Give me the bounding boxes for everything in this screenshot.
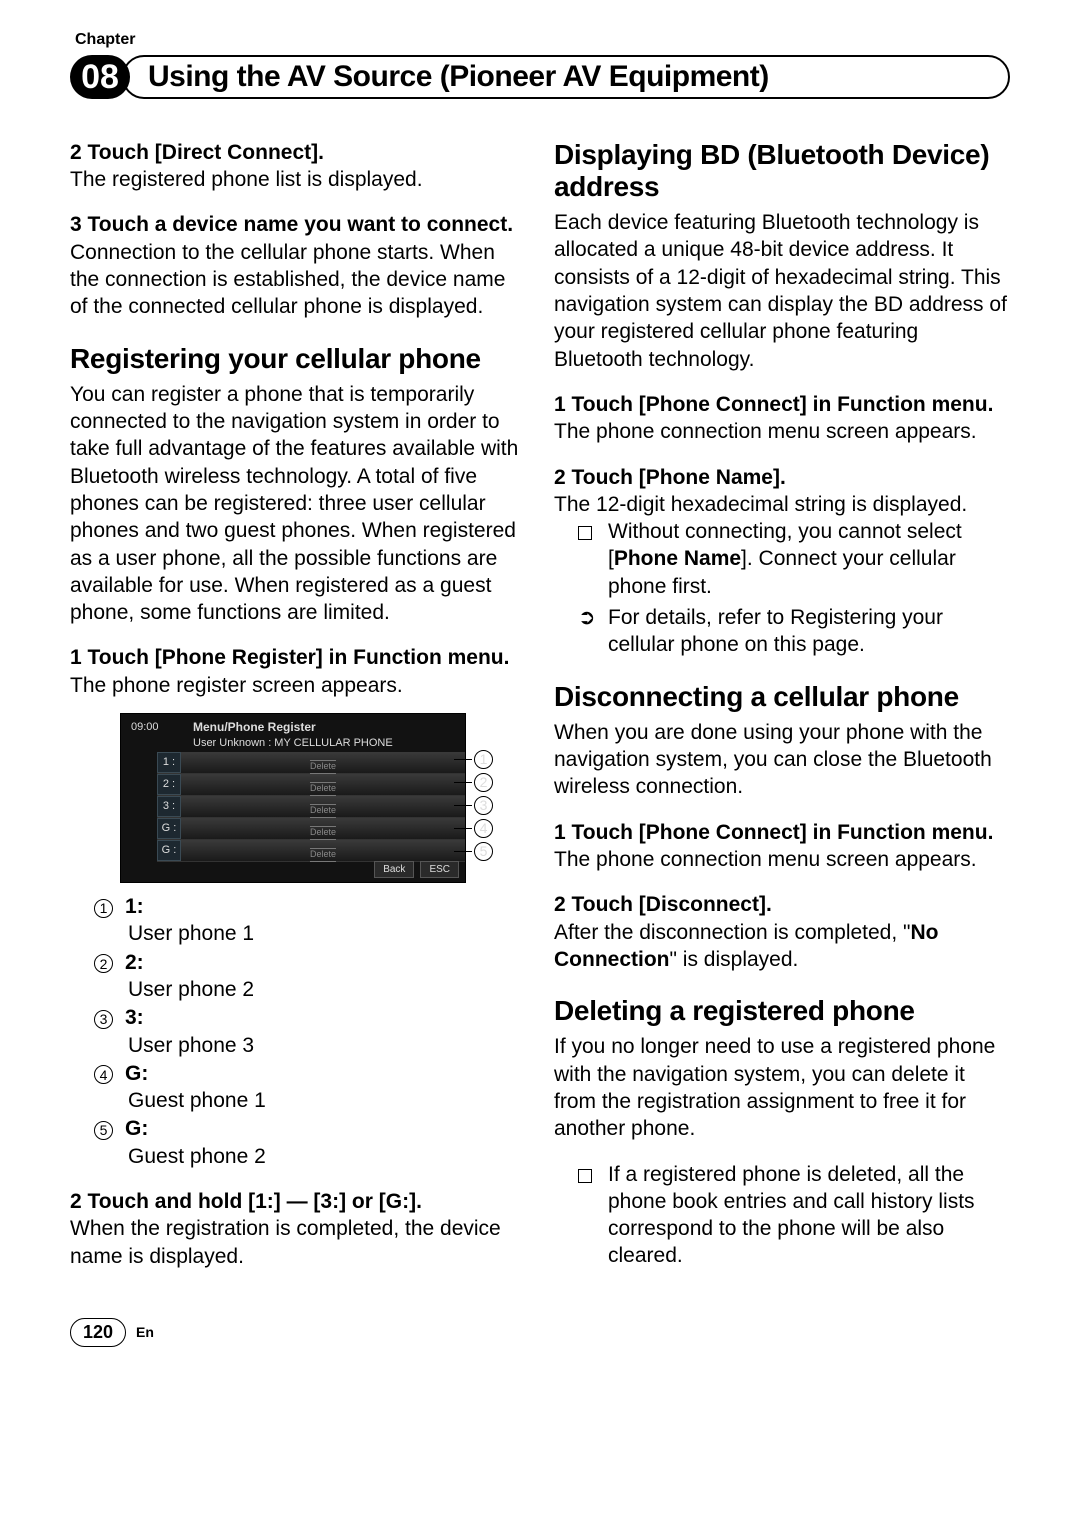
disc-step1-head: 1 Touch [Phone Connect] in Function menu… [554,819,1010,846]
scr-sub: User Unknown : MY CELLULAR PHONE [193,736,393,750]
square-bullet-icon [578,1161,608,1270]
section-delete-title: Deleting a registered phone [554,995,1010,1027]
bd-step1-head: 1 Touch [Phone Connect] in Function menu… [554,391,1010,418]
scr-row-3: 3 :Delete [157,796,465,818]
scr-title: Menu/Phone Register [193,720,316,736]
right-column: Displaying BD (Bluetooth Device) address… [554,139,1010,1288]
section-disconnect-title: Disconnecting a cellular phone [554,681,1010,713]
language-code: En [136,1323,154,1341]
section-registering-title: Registering your cellular phone [70,343,526,375]
reg-step1-body: The phone register screen appears. [70,672,526,699]
chapter-label: Chapter [75,30,1010,51]
bd-step2-head: 2 Touch [Phone Name]. [554,464,1010,491]
reg-step2-head: 2 Touch and hold [1:] — [3:] or [G:]. [70,1188,526,1215]
screenshot-callouts: 1 2 3 4 5 [454,750,501,861]
chapter-header: 08 Using the AV Source (Pioneer AV Equip… [70,55,1010,99]
disc-step1-body: The phone connection menu screen appears… [554,846,1010,873]
phone-register-screenshot: 09:00 Menu/Phone Register User Unknown :… [120,713,466,883]
scr-esc-button: ESC [420,861,459,878]
left-column: 2 Touch [Direct Connect]. The registered… [70,139,526,1288]
section-bd-title: Displaying BD (Bluetooth Device) address [554,139,1010,203]
square-bullet-icon [578,518,608,600]
bd-step1-body: The phone connection menu screen appears… [554,418,1010,445]
disc-step2-head: 2 Touch [Disconnect]. [554,891,1010,918]
scr-row-5: G :Delete [157,840,465,862]
scr-row-1: 1 :Delete [157,752,465,774]
step-3-body: Connection to the cellular phone starts.… [70,239,526,321]
page-footer: 120 En [70,1318,1010,1347]
reg-step1-head: 1 Touch [Phone Register] in Function men… [70,644,526,671]
bd-step2-body: The 12-digit hexadecimal string is displ… [554,491,1010,518]
step-2-body: The registered phone list is displayed. [70,166,526,193]
scr-row-4: G :Delete [157,818,465,840]
reg-step2-body: When the registration is completed, the … [70,1215,526,1270]
delete-note: If a registered phone is deleted, all th… [578,1161,1010,1270]
reference-icon: ➲ [578,604,608,659]
section-registering-body: You can register a phone that is tempora… [70,381,526,627]
page-number: 120 [70,1318,126,1347]
chapter-number-badge: 08 [70,55,130,99]
disc-step2-body: After the disconnection is completed, "N… [554,919,1010,974]
step-2-head: 2 Touch [Direct Connect]. [70,139,526,166]
chapter-title-pill: Using the AV Source (Pioneer AV Equipmen… [122,55,1010,99]
scr-time: 09:00 [131,720,159,734]
step-3-head: 3 Touch a device name you want to connec… [70,211,526,238]
scr-row-2: 2 :Delete [157,774,465,796]
section-bd-body: Each device featuring Bluetooth technolo… [554,209,1010,373]
bd-note-1: Without connecting, you cannot select [P… [578,518,1010,600]
section-disconnect-body: When you are done using your phone with … [554,719,1010,801]
callout-legend: 11:User phone 1 22:User phone 2 33:User … [94,893,526,1170]
section-delete-body: If you no longer need to use a registere… [554,1033,1010,1142]
chapter-title: Using the AV Source (Pioneer AV Equipmen… [148,57,769,96]
bd-note-2: ➲ For details, refer to Registering your… [578,604,1010,659]
scr-back-button: Back [374,861,414,878]
